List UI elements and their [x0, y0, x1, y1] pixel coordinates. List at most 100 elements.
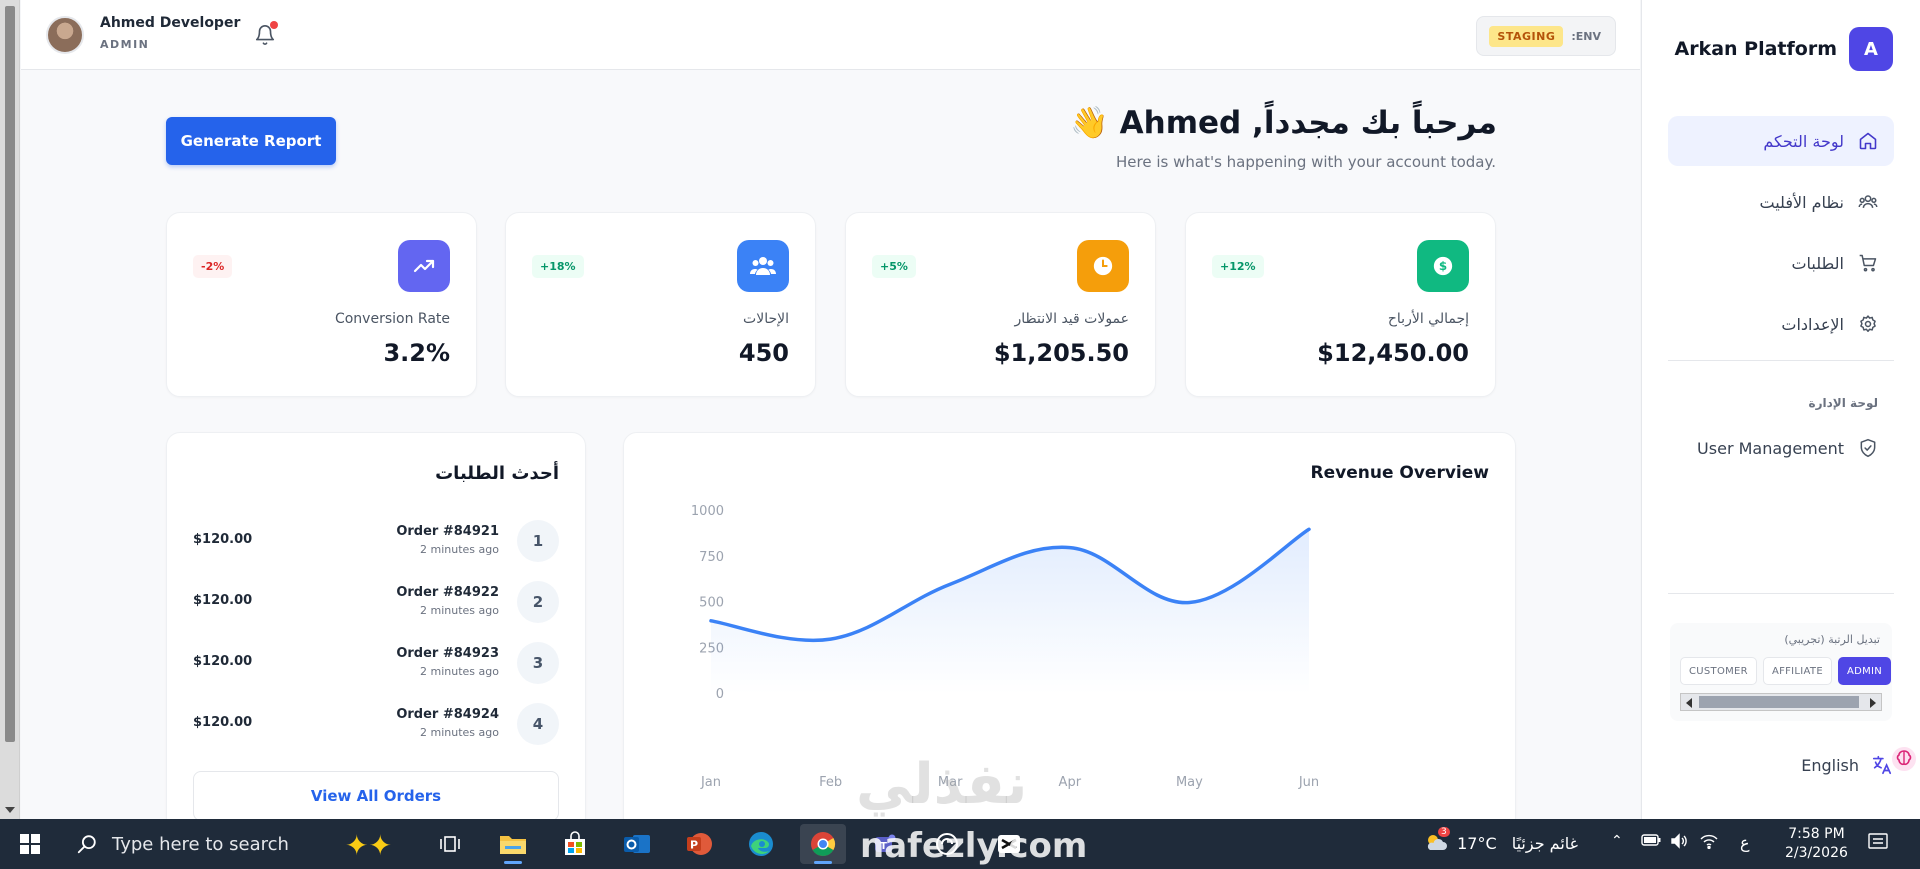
- stat-value: $1,205.50: [993, 339, 1129, 367]
- bell-icon[interactable]: [254, 21, 278, 47]
- stat-label: عمولات قيد الانتظار: [1014, 311, 1129, 327]
- env-label: :ENV: [1571, 29, 1601, 43]
- scrollbar-thumb[interactable]: [5, 6, 15, 742]
- notifications-icon[interactable]: [1868, 833, 1888, 855]
- stat-card-referrals: +18% الإحالات 450: [505, 212, 816, 397]
- revenue-chart: 02505007501000JanFebMarAprMayJun: [691, 504, 1319, 790]
- order-rank: 3: [517, 642, 559, 684]
- sidebar-section-admin: لوحة الإدارة: [1808, 396, 1878, 410]
- weather-text: غائم جزئيًا: [1511, 834, 1579, 853]
- list-item[interactable]: 2 Order #84922 2 minutes ago $120.00: [193, 577, 559, 627]
- revenue-chart-card: Revenue Overview 02505007501000JanFebMar…: [623, 432, 1516, 832]
- env-badge: STAGING: [1489, 25, 1564, 47]
- order-rank: 1: [517, 520, 559, 562]
- weather-badge: 3: [1438, 827, 1450, 837]
- scroll-right-arrow[interactable]: [1870, 698, 1876, 708]
- gear-icon: [1860, 315, 1876, 332]
- stat-change: +12%: [1212, 255, 1264, 278]
- weather-widget[interactable]: 3 17°C غائم جزئيًا: [1424, 827, 1579, 853]
- main-content: Ahmed Developer ADMIN STAGING :ENV مرحبا…: [21, 0, 1640, 832]
- battery-icon[interactable]: [1641, 833, 1661, 851]
- task-view-icon[interactable]: [427, 824, 473, 864]
- copilot-sparkle-icon[interactable]: ✦✦: [345, 829, 392, 862]
- sidebar: A Arkan Platform لوحة التحكم نظام الأفلي…: [1641, 0, 1920, 819]
- horizontal-scrollbar[interactable]: [1680, 693, 1882, 711]
- window-scrollbar[interactable]: [0, 0, 20, 819]
- order-name: Order #84924: [396, 707, 499, 722]
- dollar-icon: $: [1417, 240, 1469, 292]
- scroll-down-arrow[interactable]: [5, 807, 15, 813]
- microsoft-store-icon[interactable]: [552, 824, 598, 864]
- view-all-orders-button[interactable]: View All Orders: [193, 771, 559, 821]
- order-rank: 2: [517, 581, 559, 623]
- clock-icon: [1077, 240, 1129, 292]
- sidebar-item-orders[interactable]: الطلبات: [1668, 238, 1894, 288]
- sidebar-item-label: User Management: [1697, 438, 1844, 458]
- stat-card-pending-commissions: +5% عمولات قيد الانتظار $1,205.50: [845, 212, 1156, 397]
- role-admin-button[interactable]: ADMIN: [1837, 657, 1892, 685]
- search-placeholder: Type here to search: [112, 833, 289, 855]
- sidebar-item-user-management[interactable]: User Management: [1668, 423, 1894, 473]
- order-time: 2 minutes ago: [420, 543, 499, 556]
- sidebar-item-settings[interactable]: الإعدادات: [1668, 299, 1894, 349]
- x-tick-label: Apr: [1059, 775, 1082, 790]
- sidebar-item-label: الطلبات: [1791, 253, 1844, 273]
- sidebar-item-label: الإعدادات: [1781, 314, 1844, 334]
- sidebar-item-label: لوحة التحكم: [1763, 131, 1844, 151]
- list-item[interactable]: 4 Order #84924 2 minutes ago $120.00: [193, 699, 559, 749]
- y-tick-label: 750: [699, 550, 724, 565]
- powerpoint-icon[interactable]: P: [676, 824, 722, 864]
- trending-up-icon: [398, 240, 450, 292]
- outlook-icon[interactable]: [614, 824, 660, 864]
- page-subtitle: Here is what's happening with your accou…: [1116, 153, 1496, 171]
- stat-change: +5%: [872, 255, 916, 278]
- stat-value: 3.2%: [383, 339, 450, 367]
- file-explorer-icon[interactable]: [490, 824, 536, 864]
- sidebar-divider: [1668, 593, 1894, 594]
- scroll-left-arrow[interactable]: [1686, 698, 1692, 708]
- watermark-arabic: نفذلي: [856, 752, 1028, 817]
- users-icon: [737, 240, 789, 292]
- role-affiliate-button[interactable]: AFFILIATE: [1762, 657, 1832, 685]
- x-tick-label: Jan: [700, 775, 721, 790]
- taskbar-clock[interactable]: 7:58 PM 2/3/2026: [1785, 825, 1848, 863]
- wifi-icon[interactable]: [1700, 833, 1718, 853]
- avatar[interactable]: [46, 16, 84, 54]
- edge-icon[interactable]: [738, 824, 784, 864]
- svg-text:P: P: [690, 839, 698, 852]
- recent-orders-card: أحدث الطلبات 1 Order #84921 2 minutes ag…: [166, 432, 586, 832]
- sidebar-item-dashboard[interactable]: لوحة التحكم: [1668, 116, 1894, 166]
- role-customer-button[interactable]: CUSTOMER: [1680, 657, 1757, 685]
- x-tick-label: May: [1176, 775, 1203, 790]
- language-switcher[interactable]: English: [1801, 754, 1893, 776]
- generate-report-button[interactable]: Generate Report: [166, 117, 336, 165]
- chevron-up-icon[interactable]: ⌃: [1611, 833, 1623, 849]
- windows-start-icon[interactable]: [20, 834, 40, 854]
- list-item[interactable]: 3 Order #84923 2 minutes ago $120.00: [193, 638, 559, 688]
- sidebar-item-affiliate[interactable]: نظام الأفليت: [1668, 177, 1894, 227]
- x-tick-label: Jun: [1298, 775, 1319, 790]
- order-time: 2 minutes ago: [420, 604, 499, 617]
- order-amount: $120.00: [193, 715, 253, 730]
- y-tick-label: 1000: [691, 504, 724, 519]
- order-time: 2 minutes ago: [420, 726, 499, 739]
- chrome-icon[interactable]: [800, 824, 846, 864]
- recent-orders-title: أحدث الطلبات: [435, 463, 559, 484]
- scrollbar-thumb[interactable]: [1699, 696, 1859, 708]
- order-amount: $120.00: [193, 654, 253, 669]
- env-indicator: STAGING :ENV: [1476, 16, 1616, 56]
- cart-icon: [1859, 254, 1877, 272]
- list-item[interactable]: 1 Order #84921 2 minutes ago $120.00: [193, 516, 559, 566]
- watermark-latin: nafezly.com: [860, 826, 1088, 866]
- volume-icon[interactable]: [1670, 833, 1688, 853]
- brand-logo[interactable]: A: [1849, 27, 1893, 71]
- input-language[interactable]: ع: [1740, 833, 1750, 852]
- stat-label: Conversion Rate: [334, 311, 450, 327]
- assistant-brain-icon[interactable]: [1891, 746, 1917, 772]
- shield-icon: [1860, 438, 1876, 458]
- weather-temp: 17°C: [1457, 834, 1497, 853]
- svg-text:$: $: [1439, 259, 1447, 273]
- stat-label: إجمالي الأرباح: [1387, 311, 1469, 327]
- order-name: Order #84923: [396, 646, 499, 661]
- order-amount: $120.00: [193, 532, 253, 547]
